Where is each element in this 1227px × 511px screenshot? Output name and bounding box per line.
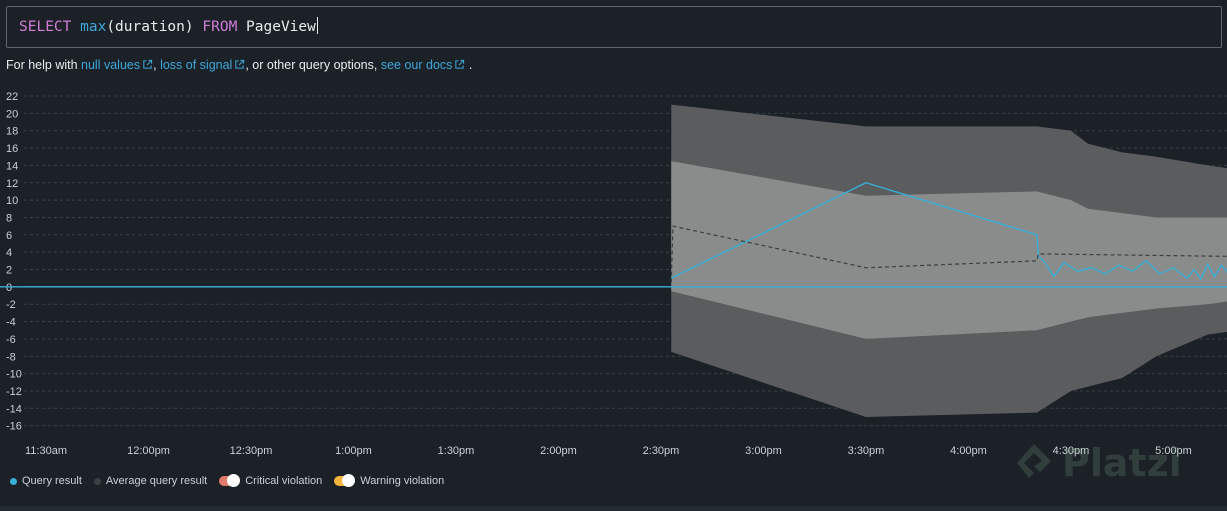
y-tick-label: 0 <box>6 282 12 294</box>
legend-critical-violation-label: Critical violation <box>245 475 323 487</box>
legend-average-query-result-label: Average query result <box>105 475 208 487</box>
y-tick-label: 2 <box>6 265 12 277</box>
y-tick-label: -8 <box>6 351 16 363</box>
warning-violation-toggle[interactable] <box>334 474 356 487</box>
function-name: max <box>80 19 107 35</box>
x-tick-label: 1:30pm <box>438 445 475 457</box>
from-keyword: FROM <box>202 19 238 35</box>
x-tick-label: 2:30pm <box>643 445 680 457</box>
y-tick-label: 20 <box>6 108 18 120</box>
y-tick-label: -14 <box>6 403 22 415</box>
y-tick-label: -6 <box>6 334 16 346</box>
y-tick-label: -2 <box>6 299 16 311</box>
loss-of-signal-link-label: loss of signal <box>160 58 233 72</box>
y-tick-label: 10 <box>6 195 18 207</box>
external-link-icon <box>235 59 245 69</box>
x-tick-label: 12:30pm <box>230 445 273 457</box>
y-tick-label: 8 <box>6 212 12 224</box>
critical-violation-toggle[interactable] <box>219 474 241 487</box>
legend-query-result-label: Query result <box>22 475 82 487</box>
table-name: PageView <box>246 19 316 35</box>
legend-warning-violation-label: Warning violation <box>360 475 445 487</box>
query-input[interactable]: SELECT max(duration) FROM PageView <box>6 6 1222 48</box>
x-tick-label: 4:00pm <box>950 445 987 457</box>
chart-legend: Query result Average query result Critic… <box>10 474 456 487</box>
platzi-watermark: Platzi <box>1012 441 1182 485</box>
y-tick-label: 18 <box>6 126 18 138</box>
x-tick-label: 12:00pm <box>127 445 170 457</box>
y-tick-label: -16 <box>6 421 22 433</box>
timeseries-chart[interactable]: 2220181614121086420-2-4-6-8-10-12-14-161… <box>0 88 1227 463</box>
see-our-docs-link-label: see our docs <box>380 58 453 72</box>
x-tick-label: 2:00pm <box>540 445 577 457</box>
average-query-result-swatch <box>93 477 101 485</box>
text-cursor <box>316 17 318 34</box>
help-text: For help with null values, loss of signa… <box>6 58 472 72</box>
y-tick-label: -4 <box>6 317 16 329</box>
y-tick-label: 12 <box>6 178 18 190</box>
x-tick-label: 11:30am <box>25 445 67 457</box>
x-tick-label: 1:00pm <box>335 445 372 457</box>
null-values-link-label: null values <box>81 58 141 72</box>
loss-of-signal-link[interactable]: loss of signal <box>160 58 245 72</box>
legend-average-query-result[interactable]: Average query result <box>93 475 208 487</box>
footer-strip <box>0 506 1227 511</box>
see-our-docs-link[interactable]: see our docs <box>381 58 466 72</box>
external-link-icon <box>455 59 465 69</box>
y-tick-label: 22 <box>6 91 18 103</box>
query-result-swatch <box>10 477 17 485</box>
x-tick-label: 3:30pm <box>848 445 885 457</box>
y-tick-label: 14 <box>6 160 18 172</box>
legend-warning-violation[interactable]: Warning violation <box>334 474 445 487</box>
y-tick-label: 16 <box>6 143 18 155</box>
help-prefix: For help with <box>6 58 82 72</box>
null-values-link[interactable]: null values <box>81 58 153 72</box>
y-tick-label: 6 <box>6 230 12 242</box>
help-suffix: . <box>468 58 473 72</box>
y-tick-label: 4 <box>6 247 12 259</box>
legend-query-result[interactable]: Query result <box>10 475 82 487</box>
x-tick-label: 3:00pm <box>745 445 782 457</box>
y-tick-label: -10 <box>6 369 22 381</box>
watermark-text: Platzi <box>1062 441 1182 485</box>
legend-critical-violation[interactable]: Critical violation <box>219 474 323 487</box>
platzi-logo-icon <box>1017 444 1051 478</box>
select-keyword: SELECT <box>19 19 72 35</box>
function-argument: (duration) <box>106 19 194 35</box>
help-separator-2: , or other query options, <box>245 58 381 72</box>
y-tick-label: -12 <box>6 386 22 398</box>
external-link-icon <box>143 59 153 69</box>
